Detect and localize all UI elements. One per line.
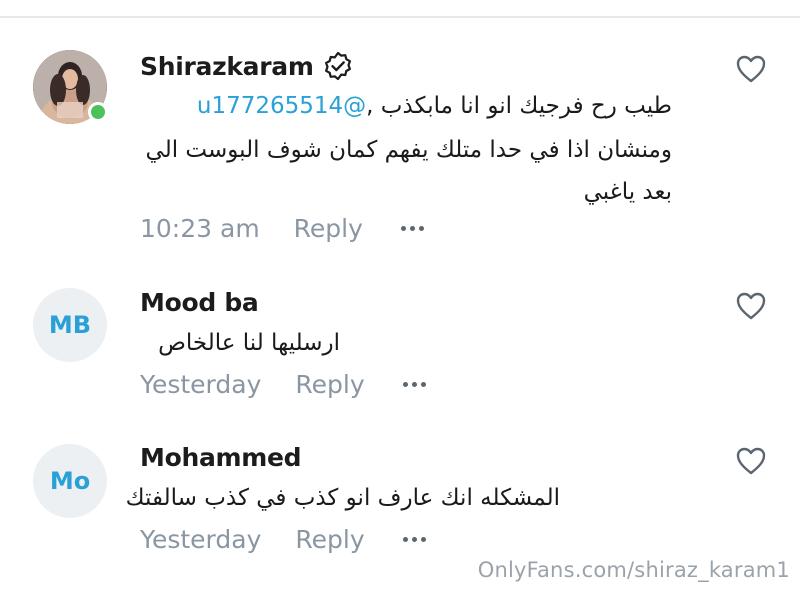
- like-heart-icon[interactable]: [736, 55, 766, 83]
- author-row: Shirazkaram: [140, 50, 354, 82]
- comment-text-line: طيب رح فرجيك انو انا مابكذب ,@u177265514: [197, 93, 672, 119]
- user-mention-link[interactable]: @u177265514: [197, 93, 366, 119]
- reply-button[interactable]: Reply: [294, 214, 363, 243]
- verified-badge-icon: [324, 51, 351, 81]
- online-status-dot: [88, 102, 108, 122]
- comment-meta: 10:23 am Reply: [140, 214, 424, 243]
- comment-text-line: ومنشان اذا في حدا متلك يفهم كمان شوف الب…: [145, 137, 672, 163]
- author-row: Mood ba: [140, 288, 259, 317]
- reply-button[interactable]: Reply: [295, 370, 364, 399]
- comment-meta: Yesterday Reply: [140, 525, 426, 554]
- author-row: Mohammed: [140, 443, 302, 472]
- reply-button[interactable]: Reply: [295, 525, 364, 554]
- comment-meta: Yesterday Reply: [140, 370, 426, 399]
- more-dots-icon[interactable]: [402, 382, 426, 387]
- comment-text-line: المشكله انك عارف انو كذب في كذب سالفتك: [125, 485, 560, 511]
- avatar[interactable]: [33, 50, 108, 124]
- author-name[interactable]: Mohammed: [140, 443, 302, 472]
- avatar[interactable]: MB: [33, 288, 107, 362]
- like-heart-icon[interactable]: [736, 447, 766, 475]
- more-dots-icon[interactable]: [400, 226, 424, 231]
- watermark-text: OnlyFans.com/shiraz_karam1: [477, 558, 790, 582]
- like-heart-icon[interactable]: [736, 292, 766, 320]
- comment-text-line: ارسليها لنا عالخاص: [158, 330, 340, 356]
- comment-text: طيب رح فرجيك انو انا مابكذب ,: [366, 93, 672, 119]
- comment-timestamp: Yesterday: [140, 370, 262, 399]
- author-name[interactable]: Mood ba: [140, 288, 259, 317]
- avatar[interactable]: Mo: [33, 444, 107, 518]
- more-dots-icon[interactable]: [402, 537, 426, 542]
- comment-text-line: بعد ياغبي: [583, 179, 672, 205]
- author-name[interactable]: Shirazkaram: [140, 52, 314, 81]
- top-divider: [0, 16, 800, 18]
- comment-timestamp: Yesterday: [140, 525, 262, 554]
- comment-timestamp: 10:23 am: [140, 214, 260, 243]
